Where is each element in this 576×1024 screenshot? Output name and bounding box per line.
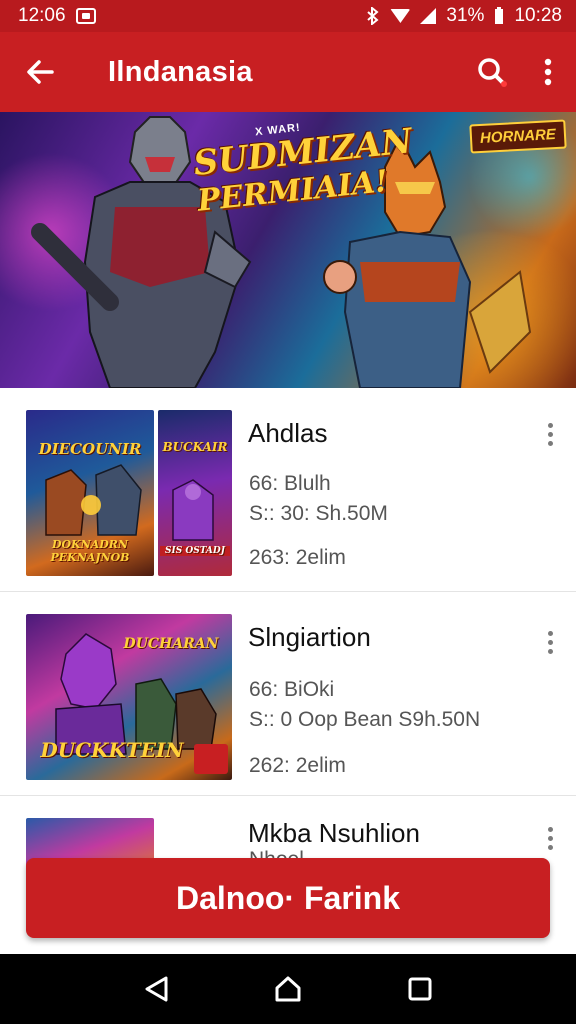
battery-icon (495, 7, 504, 24)
banner-logo: HORNARE (469, 119, 567, 154)
item-title: Mkba Nsuhlion (248, 818, 420, 848)
nav-home-icon (275, 976, 301, 1002)
list-item[interactable]: DIECOUNIR DOKNADRN PEKNAJNOB BUCKAIR SIS… (0, 388, 576, 592)
more-vert-icon (547, 826, 553, 832)
thumbnail-subtitle: SIS OSTADJ (160, 546, 230, 556)
status-clock: 10:28 (514, 5, 562, 26)
more-options-button[interactable] (520, 32, 576, 112)
item-title: Ahdlas (248, 418, 328, 448)
more-vert-icon (547, 630, 553, 636)
nav-back-icon (145, 976, 168, 1002)
back-button[interactable] (0, 32, 80, 112)
search-button[interactable] (464, 32, 520, 112)
bluetooth-icon (367, 7, 379, 25)
app-bar: Ilndanasia (0, 32, 576, 112)
more-vert-icon (547, 639, 553, 645)
nav-recents-icon (408, 977, 432, 1001)
signal-icon (420, 8, 437, 24)
more-vert-icon (547, 440, 553, 446)
hero-banner[interactable]: X WAR! SUDMIZAN PERMIAIA! HORNARE (0, 112, 576, 388)
status-right: 31% 10:28 (366, 5, 562, 27)
game-thumbnail[interactable]: DIECOUNIR DOKNADRN PEKNAJNOB (26, 410, 154, 576)
search-icon (478, 58, 507, 87)
status-time-left: 12:06 (18, 5, 66, 26)
game-thumbnail[interactable]: BUCKAIR SIS OSTADJ (158, 410, 232, 576)
more-vert-icon (547, 422, 553, 428)
item-info: S:: 0 Oop Bean S9h.50N (249, 708, 481, 731)
item-info: 262: 2elim (249, 754, 346, 777)
list-item[interactable]: DUCHARAN DUCKKTEIN Slngiartion 66: BiOki… (0, 592, 576, 796)
game-thumbnail[interactable]: DUCHARAN DUCKKTEIN (26, 614, 232, 780)
message-icon (75, 8, 96, 24)
nav-recents-button[interactable] (390, 959, 450, 1019)
status-bar: 12:06 31% 10:28 (0, 0, 576, 32)
more-vert-icon (547, 431, 553, 437)
more-vert-icon (547, 648, 553, 654)
status-left: 12:06 (18, 5, 96, 27)
more-vert-icon (544, 58, 552, 86)
page-title: Ilndanasia (108, 55, 253, 88)
battery-text: 31% (446, 5, 485, 26)
item-info: S:: 30: Sh.50M (249, 502, 388, 525)
thumbnail-subtitle: DUCKKTEIN (40, 738, 184, 762)
item-info: 263: 2elim (249, 546, 346, 569)
back-arrow-icon (27, 60, 54, 84)
item-title: Slngiartion (248, 622, 371, 652)
item-more-button[interactable] (538, 626, 562, 658)
badge-icon (194, 744, 228, 774)
nav-home-button[interactable] (258, 959, 318, 1019)
more-vert-icon (547, 835, 553, 841)
nav-back-button[interactable] (126, 959, 186, 1019)
thumbnail-subtitle: DOKNADRN PEKNAJNOB (50, 538, 130, 564)
wifi-icon (390, 9, 411, 23)
item-info: 66: BiOki (249, 678, 335, 701)
navigation-bar (0, 954, 576, 1024)
item-more-button[interactable] (538, 418, 562, 450)
item-more-button[interactable] (538, 822, 562, 854)
more-vert-icon (547, 844, 553, 850)
item-info: 66: Blulh (249, 472, 331, 495)
primary-action-button[interactable]: Dalnoo· Farink (26, 858, 550, 938)
